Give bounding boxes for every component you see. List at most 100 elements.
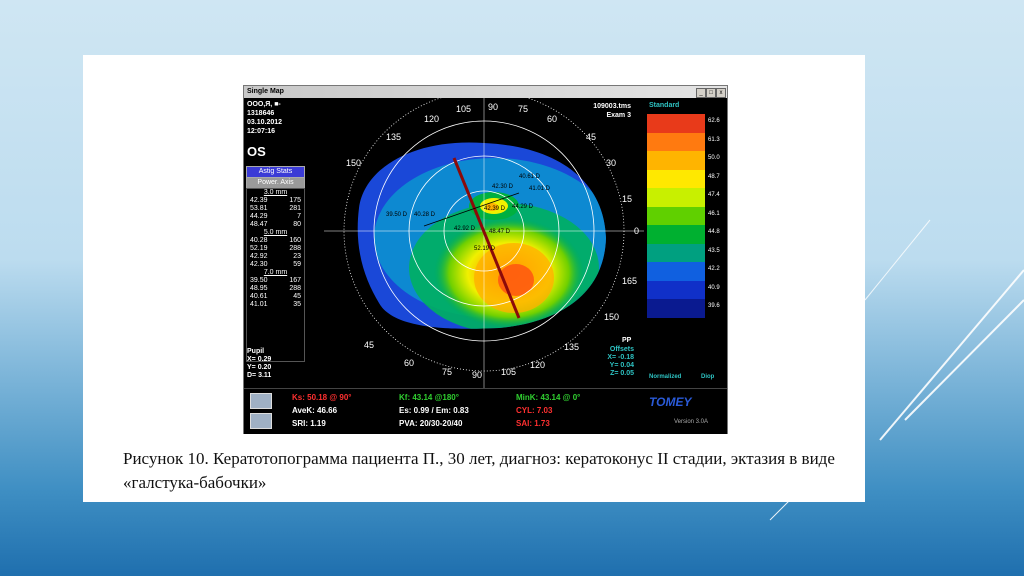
sai-value: SAI: 1.73 [516, 419, 550, 428]
zone-row: 41.01 35 [250, 301, 301, 308]
topography-map: 105 90 75 120 60 135 45 150 30 15 0 165 … [324, 98, 644, 388]
scale-bar [647, 114, 705, 133]
scale-bar [647, 151, 705, 170]
patient-name: ООО,Я, ■- [247, 101, 281, 108]
zone-row: 52.19 288 [250, 245, 301, 252]
stats-bar: Ks: 50.18 @ 90° Kf: 43.14 @180° MinK: 43… [244, 388, 727, 434]
scale-bar [647, 169, 705, 188]
map-label: 40.61 D [519, 174, 541, 180]
sri-value: SRI: 1.19 [292, 419, 326, 428]
scale-bar [647, 225, 705, 244]
offset-y: Y= 0.04 [609, 362, 634, 369]
scale-value: 40.9 [708, 284, 720, 291]
angle-label: 135 [564, 342, 579, 352]
document-sheet: Single Map _ □ x ООО,Я, ■- 1318646 03.10… [83, 55, 865, 502]
map-label: 42.92 D [454, 226, 476, 232]
angle-label: 165 [622, 276, 637, 286]
angle-label: 75 [518, 104, 528, 114]
map-label: 44.29 D [512, 204, 534, 210]
scale-bar [647, 299, 705, 318]
map-label: 40.28 D [414, 212, 436, 218]
angle-label: 90 [488, 102, 498, 112]
scale-value: 62.6 [708, 118, 720, 124]
window-titlebar: Single Map _ □ x [244, 86, 727, 98]
pupil-title: Pupil [247, 348, 265, 355]
angle-label: 60 [404, 358, 414, 368]
zone-header: 3.0 mm [263, 189, 288, 196]
zone-row: 42.30 59 [250, 261, 301, 268]
scale-value: 46.1 [708, 210, 720, 217]
scale-bar [647, 206, 705, 225]
map-label: 48.47 D [489, 229, 511, 235]
zone-row: 44.29 7 [250, 213, 301, 220]
zone-row: 40.28 160 [250, 237, 301, 244]
topography-window: Single Map _ □ x ООО,Я, ■- 1318646 03.10… [243, 85, 728, 434]
zone-5mm: 5.0 mm 40.28 160 52.19 288 42.92 23 42.30 59 [247, 229, 304, 269]
pupil-y: Y= 0.20 [247, 364, 272, 371]
angle-label: 135 [386, 132, 401, 142]
zone-row: 40.61 45 [250, 293, 301, 300]
angle-label: 75 [442, 367, 452, 377]
close-button[interactable]: x [716, 88, 726, 98]
scale-bar [647, 132, 705, 151]
offset-x: X= -0.18 [607, 354, 634, 361]
angle-label: 105 [456, 104, 471, 114]
scale-bar [647, 188, 705, 207]
exam-time: 12:07:16 [247, 128, 276, 135]
zone-row: 53.81 281 [250, 205, 301, 212]
scale-value: 48.7 [708, 173, 720, 180]
scale-value: 61.3 [708, 136, 720, 143]
pupil-x: X= 0.29 [247, 356, 272, 363]
zone-row: 42.39 175 [250, 197, 301, 204]
map-label: 42.30 D [492, 184, 514, 190]
cyl-value: CYL: 7.03 [516, 406, 553, 415]
es-em-value: Es: 0.99 / Em: 0.83 [399, 406, 469, 415]
scale-value: 44.8 [708, 229, 720, 235]
patient-info: ООО,Я, ■- 1318646 03.10.2012 12:07:16 [247, 100, 282, 136]
angle-label: 105 [501, 367, 516, 377]
scale-normalized: Normalized [649, 374, 682, 380]
angle-label: 90 [472, 370, 482, 380]
angle-label: 30 [606, 158, 616, 168]
scale-value: 47.4 [708, 192, 720, 198]
scale-bar [647, 243, 705, 262]
scale-title: Standard [649, 102, 680, 109]
scale-value: 43.5 [708, 247, 720, 254]
map-label: 41.01 D [529, 186, 551, 192]
pva-value: PVA: 20/30-20/40 [399, 419, 463, 428]
map-label: 42.39 D [484, 206, 506, 212]
angle-label: 45 [364, 340, 374, 350]
scale-bar [647, 262, 705, 281]
angle-label: 45 [586, 132, 596, 142]
zone-header: 7.0 mm [263, 269, 288, 276]
zone-row: 48.95 288 [250, 285, 301, 292]
scale-value: 50.0 [708, 155, 720, 161]
window-title: Single Map [247, 88, 284, 95]
print-icon[interactable] [250, 393, 272, 409]
tomey-logo: TOMEY [649, 395, 692, 409]
exam-date: 03.10.2012 [247, 119, 283, 126]
angle-label: 150 [604, 312, 619, 322]
maximize-button[interactable]: □ [706, 88, 716, 98]
offsets-title: Offsets [609, 346, 634, 353]
save-icon[interactable] [250, 413, 272, 429]
zone-stats-panel: 3.0 mm 42.39 175 53.81 281 44.29 7 48.47 80 … [246, 188, 305, 362]
avek-value: AveK: 46.66 [292, 406, 338, 415]
angle-label: 120 [530, 360, 545, 370]
angle-label: 120 [424, 114, 439, 124]
zone-3mm: 3.0 mm 42.39 175 53.81 281 44.29 7 48.47 80 [247, 189, 304, 229]
minimize-button[interactable]: _ [696, 88, 706, 98]
scale-value: 42.2 [708, 266, 720, 272]
map-label: 52.19 D [474, 246, 496, 252]
scale-value: 39.6 [708, 303, 720, 309]
ks-value: Ks: 50.18 @ 90° [292, 393, 352, 402]
figure-caption: Рисунок 10. Кератотопограмма пациента П.… [123, 449, 835, 492]
kf-value: Kf: 43.14 @180° [399, 393, 459, 402]
zone-row: 39.50 167 [250, 277, 301, 284]
zone-row: 42.92 23 [250, 253, 301, 260]
angle-label: 15 [622, 194, 632, 204]
map-label: 39.50 D [386, 212, 408, 218]
patient-id: 1318646 [247, 110, 275, 117]
zone-7mm: 7.0 mm 39.50 167 48.95 288 40.61 45 41.01 35 [247, 269, 304, 309]
mink-value: MinK: 43.14 @ 0° [516, 393, 581, 402]
